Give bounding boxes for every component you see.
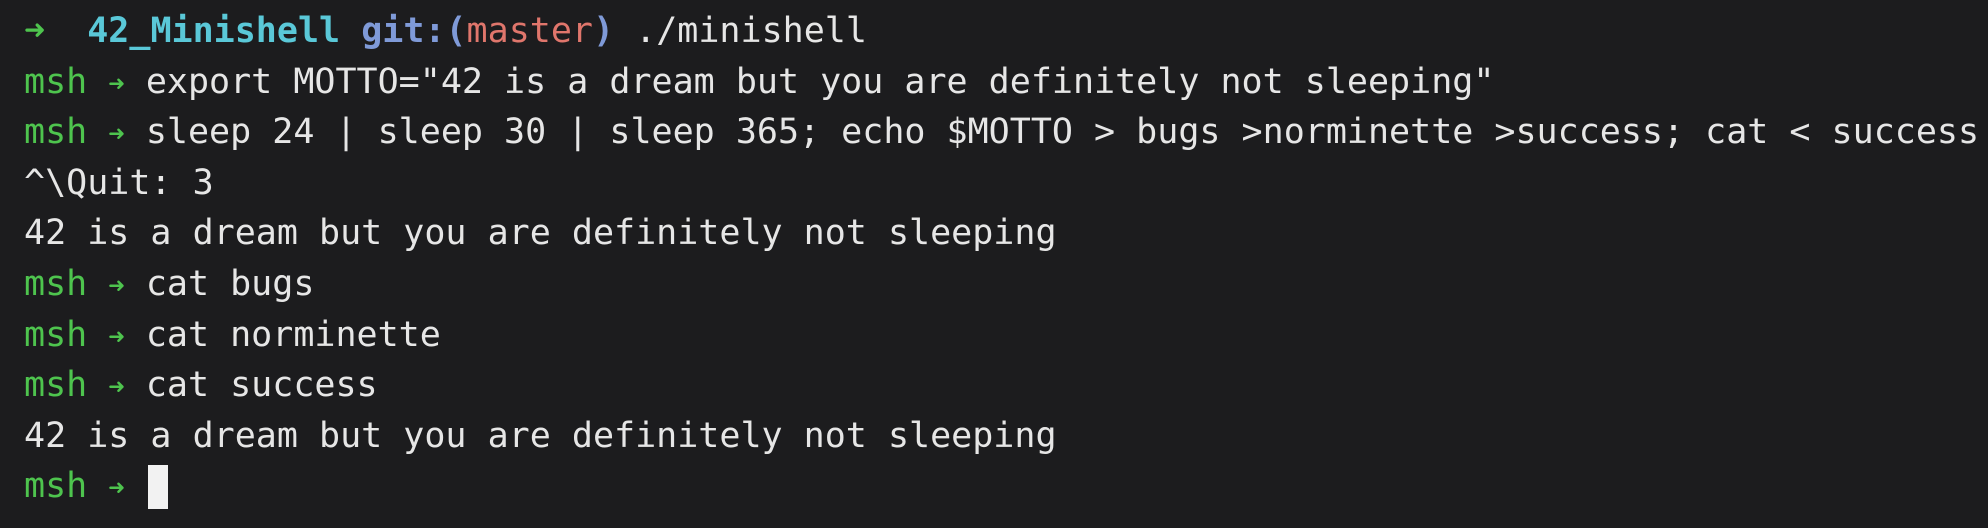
output-line: 42 is a dream but you are definitely not… [24, 415, 1057, 456]
command-text: sleep 24 | sleep 30 | sleep 365; echo $M… [145, 112, 1980, 153]
terminal-window[interactable]: ➜ 42_Minishell git:(master) ./minishell … [0, 0, 1988, 528]
prompt-name: msh [24, 61, 88, 102]
prompt-arrow-icon: ➜ [108, 321, 125, 353]
command-text: cat norminette [145, 314, 441, 355]
command-text: cat bugs [145, 263, 315, 304]
zsh-arrow-icon: ➜ [24, 11, 46, 51]
command-text: ./minishell [635, 11, 867, 51]
prompt-name: msh [24, 365, 88, 406]
shell-header-line: ➜ 42_Minishell git:(master) ./minishell [24, 6, 1988, 57]
prompt-name: msh [24, 112, 88, 153]
prompt-name: msh [24, 314, 88, 355]
active-prompt-line[interactable]: msh ➜ [24, 461, 1988, 512]
text-cursor[interactable] [147, 465, 168, 510]
command-text: export MOTTO="42 is a dream but you are … [145, 61, 1495, 102]
prompt-arrow-icon: ➜ [108, 372, 125, 404]
output-line: ^\Quit: 3 [24, 162, 214, 203]
command-line: msh ➜ cat bugs [24, 259, 1988, 310]
command-line: msh ➜ cat norminette [24, 310, 1988, 361]
command-line: msh ➜ cat success [24, 360, 1988, 411]
command-line: msh ➜ sleep 24 | sleep 30 | sleep 365; e… [24, 107, 1988, 158]
output-line: 42 is a dream but you are definitely not… [24, 213, 1057, 254]
git-label-close: ) [592, 11, 615, 51]
prompt-name: msh [24, 263, 88, 304]
current-directory: 42_Minishell [87, 11, 341, 51]
command-text: cat success [145, 365, 378, 406]
prompt-arrow-icon: ➜ [108, 473, 125, 505]
command-line: msh ➜ export MOTTO="42 is a dream but yo… [24, 57, 1988, 108]
git-branch: master [466, 11, 593, 51]
git-label: git:( [361, 11, 467, 51]
prompt-arrow-icon: ➜ [108, 119, 125, 151]
prompt-arrow-icon: ➜ [108, 270, 125, 302]
prompt-arrow-icon: ➜ [108, 68, 125, 100]
prompt-name: msh [24, 466, 88, 507]
